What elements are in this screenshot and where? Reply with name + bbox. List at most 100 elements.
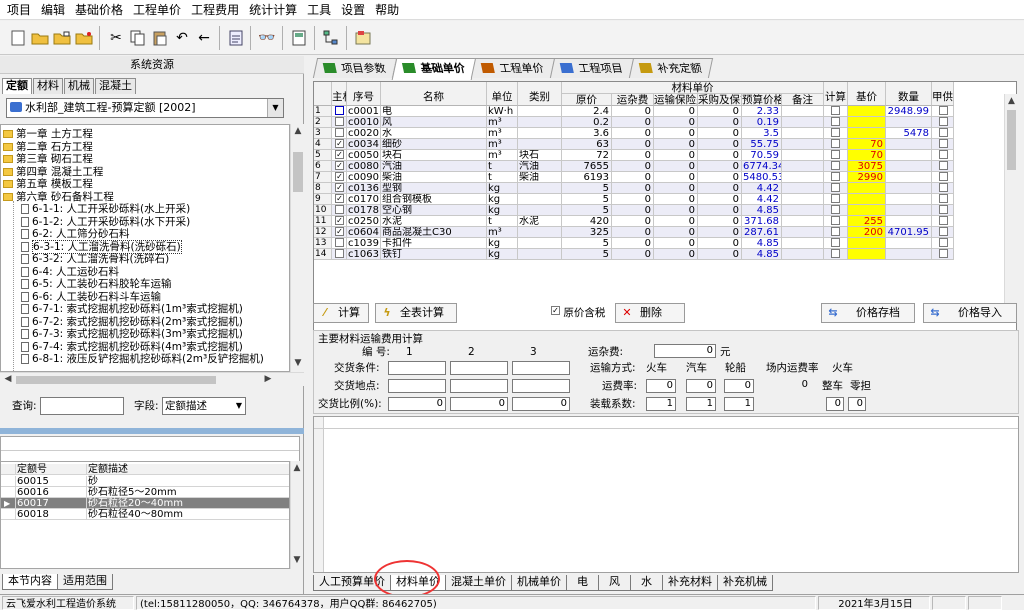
- name-cell[interactable]: 卡扣件: [381, 238, 487, 249]
- tab-resource[interactable]: 材料: [33, 78, 63, 94]
- cat-cell[interactable]: [518, 139, 562, 150]
- price-cell[interactable]: 5: [562, 249, 612, 260]
- main-material-checkbox[interactable]: ✓: [332, 150, 347, 161]
- note-cell[interactable]: [782, 227, 824, 238]
- price-cell[interactable]: 3.6: [562, 128, 612, 139]
- price-cell[interactable]: 5: [562, 183, 612, 194]
- checkbox-icon[interactable]: [831, 183, 840, 192]
- tab-resource[interactable]: 混凝土: [95, 78, 136, 94]
- calc-checkbox[interactable]: [824, 249, 848, 260]
- tab-1[interactable]: 项目参数: [312, 58, 398, 78]
- price-cell[interactable]: 5: [562, 205, 612, 216]
- main-material-checkbox[interactable]: ✓: [332, 161, 347, 172]
- list-item[interactable]: 60016 砂石粒径5～20mm: [1, 487, 289, 498]
- menu-item[interactable]: 工具: [302, 1, 336, 18]
- budget-cell[interactable]: 4.42: [742, 194, 782, 205]
- ratio-input-1[interactable]: 0: [388, 397, 446, 411]
- supply-checkbox[interactable]: [932, 227, 954, 238]
- grid-vertical-scrollbar[interactable]: ▲ ▼: [1004, 94, 1017, 322]
- checkbox-icon[interactable]: ✓: [335, 139, 344, 148]
- name-cell[interactable]: 商品混凝土C30: [381, 227, 487, 238]
- qty-cell[interactable]: [886, 150, 932, 161]
- f2-cell[interactable]: 0: [654, 238, 698, 249]
- quota-library-select[interactable]: 水利部_建筑工程-预算定额 [2002] ▼: [6, 98, 284, 118]
- cond-input-3[interactable]: [512, 361, 570, 375]
- no-cell[interactable]: c1039: [347, 238, 381, 249]
- f3-cell[interactable]: 0: [698, 238, 742, 249]
- cat-cell[interactable]: 块石: [518, 150, 562, 161]
- cat-cell[interactable]: [518, 238, 562, 249]
- save-folder-icon[interactable]: [74, 28, 94, 48]
- checkbox-icon[interactable]: [939, 139, 948, 148]
- checkbox-icon[interactable]: [939, 117, 948, 126]
- tab-section[interactable]: 本节内容: [2, 574, 58, 590]
- checkbox-icon[interactable]: ✓: [335, 183, 344, 192]
- tab-price-type[interactable]: 补充材料: [662, 575, 718, 591]
- cat-cell[interactable]: [518, 183, 562, 194]
- main-material-checkbox[interactable]: ✓: [332, 194, 347, 205]
- checkbox-icon[interactable]: [831, 238, 840, 247]
- table-row[interactable]: 1 c0001 电 kW·h 2.4 0 0 0 2.33 2948.99: [314, 106, 994, 117]
- f1-cell[interactable]: 0: [612, 161, 654, 172]
- name-cell[interactable]: 水: [381, 128, 487, 139]
- tree-node[interactable]: 6-4: 人工运砂石料: [21, 266, 119, 278]
- unit-cell[interactable]: kg: [487, 183, 518, 194]
- f2-cell[interactable]: 0: [654, 172, 698, 183]
- checkbox-icon[interactable]: [939, 249, 948, 258]
- checkbox-icon[interactable]: ✓: [335, 161, 344, 170]
- table-row[interactable]: 5 ✓ c0050 块石 m³ 块石 72 0 0 0 70.59 70: [314, 150, 994, 161]
- menu-item[interactable]: 统计计算: [244, 1, 302, 18]
- table-row[interactable]: 3 c0020 水 m³ 3.6 0 0 0 3.5 5478: [314, 128, 994, 139]
- calc-checkbox[interactable]: [824, 227, 848, 238]
- menu-item[interactable]: 项目: [2, 1, 36, 18]
- no-cell[interactable]: c0170: [347, 194, 381, 205]
- scroll-up-icon[interactable]: ▲: [1005, 96, 1018, 106]
- main-material-checkbox[interactable]: ✓: [332, 183, 347, 194]
- budget-cell[interactable]: 4.85: [742, 238, 782, 249]
- ratio-input-2[interactable]: 0: [450, 397, 508, 411]
- name-cell[interactable]: 水泥: [381, 216, 487, 227]
- copy-icon[interactable]: [128, 28, 148, 48]
- base-cell[interactable]: 70: [848, 150, 886, 161]
- tree-node[interactable]: 6-3-2: 人工溜洗骨料(洗碎石): [21, 253, 169, 265]
- no-cell[interactable]: c0090: [347, 172, 381, 183]
- code-list-scrollbar[interactable]: ▲ ▼: [290, 461, 302, 569]
- base-cell[interactable]: [848, 128, 886, 139]
- price-cell[interactable]: 63: [562, 139, 612, 150]
- name-cell[interactable]: 电: [381, 106, 487, 117]
- base-cell[interactable]: 2990: [848, 172, 886, 183]
- rate-input-4[interactable]: 0: [776, 379, 810, 393]
- menu-item[interactable]: 工程费用: [186, 1, 244, 18]
- qty-cell[interactable]: [886, 205, 932, 216]
- unit-cell[interactable]: m³: [487, 139, 518, 150]
- tab-5[interactable]: 补充定额: [628, 58, 714, 78]
- tab-2[interactable]: 基础单价: [391, 58, 477, 80]
- supply-checkbox[interactable]: [932, 194, 954, 205]
- checkbox-icon[interactable]: [831, 205, 840, 214]
- no-cell[interactable]: c0010: [347, 117, 381, 128]
- rate-input-2[interactable]: 0: [686, 379, 716, 393]
- chevron-down-icon[interactable]: ▼: [236, 398, 242, 414]
- unit-cell[interactable]: kg: [487, 194, 518, 205]
- checkbox-icon[interactable]: [939, 227, 948, 236]
- f2-cell[interactable]: 0: [654, 139, 698, 150]
- calc-checkbox[interactable]: [824, 106, 848, 117]
- unit-cell[interactable]: m³: [487, 150, 518, 161]
- main-material-checkbox[interactable]: [332, 106, 347, 117]
- no-cell[interactable]: c0001: [347, 106, 381, 117]
- unit-cell[interactable]: t: [487, 161, 518, 172]
- base-cell[interactable]: [848, 194, 886, 205]
- price-cell[interactable]: 0.2: [562, 117, 612, 128]
- tree-node[interactable]: 6-7-2: 索式挖掘机挖砂砾料(2m³索式挖掘机): [21, 316, 243, 328]
- f2-cell[interactable]: 0: [654, 249, 698, 260]
- f2-cell[interactable]: 0: [654, 194, 698, 205]
- name-cell[interactable]: 型钢: [381, 183, 487, 194]
- note-cell[interactable]: [782, 205, 824, 216]
- price-cell[interactable]: 325: [562, 227, 612, 238]
- f1-cell[interactable]: 0: [612, 238, 654, 249]
- checkbox-icon[interactable]: [335, 249, 344, 258]
- tree-node[interactable]: 6-1-2: 人工开采砂砾料(水下开采): [21, 216, 190, 228]
- splitter[interactable]: [0, 428, 304, 434]
- document-icon[interactable]: [226, 28, 246, 48]
- name-cell[interactable]: 块石: [381, 150, 487, 161]
